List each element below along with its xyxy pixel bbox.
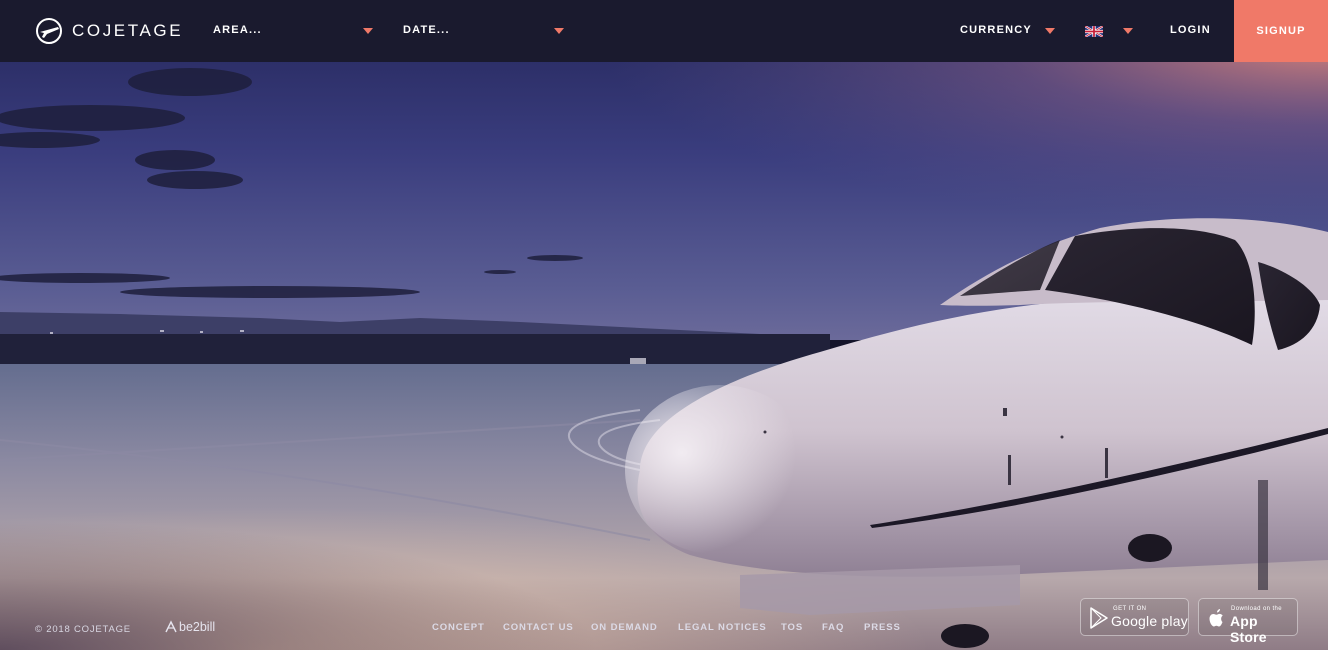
private-jet-image — [0, 0, 1328, 650]
top-navigation-bar: COJETAGE AREA... DATE... CURRENCY LOGIN … — [0, 0, 1328, 62]
app-store-small-text: Download on the — [1231, 606, 1283, 612]
chevron-down-icon — [363, 28, 373, 34]
google-play-small-text: GET IT ON — [1113, 606, 1147, 612]
apple-icon — [1209, 609, 1223, 627]
footer-link-legal-notices[interactable]: LEGAL NOTICES — [678, 622, 767, 633]
app-store-badge[interactable]: Download on the App Store — [1198, 598, 1298, 645]
chevron-down-icon — [1045, 28, 1055, 34]
area-dropdown-label: AREA... — [213, 24, 262, 36]
date-dropdown[interactable]: DATE... — [403, 23, 565, 39]
language-chevron-down-icon[interactable] — [1123, 28, 1133, 34]
google-play-big-text: Google play — [1111, 613, 1188, 629]
cojetage-logo[interactable]: COJETAGE — [35, 17, 183, 45]
currency-dropdown-label: CURRENCY — [960, 24, 1032, 36]
google-play-badge[interactable]: GET IT ON Google play — [1080, 598, 1189, 636]
chevron-down-icon — [554, 28, 564, 34]
app-store-big-text: App Store — [1230, 613, 1267, 645]
google-play-icon — [1090, 607, 1108, 629]
footer-link-contact-us[interactable]: CONTACT US — [503, 622, 574, 633]
plane-logo-icon — [36, 18, 62, 44]
date-dropdown-label: DATE... — [403, 24, 450, 36]
uk-flag-icon[interactable] — [1085, 26, 1103, 37]
currency-dropdown[interactable]: CURRENCY — [960, 23, 1058, 39]
hero-background — [0, 0, 1328, 650]
footer-link-tos[interactable]: TOS — [781, 622, 803, 633]
area-dropdown[interactable]: AREA... — [213, 23, 375, 39]
login-link[interactable]: LOGIN — [1170, 24, 1211, 36]
brand-name: COJETAGE — [72, 21, 184, 40]
footer-link-press[interactable]: PRESS — [864, 622, 901, 633]
footer-link-concept[interactable]: CONCEPT — [432, 622, 485, 633]
footer-link-on-demand[interactable]: ON DEMAND — [591, 622, 658, 633]
footer-link-faq[interactable]: FAQ — [822, 622, 844, 633]
signup-button[interactable]: SIGNUP — [1234, 0, 1328, 62]
